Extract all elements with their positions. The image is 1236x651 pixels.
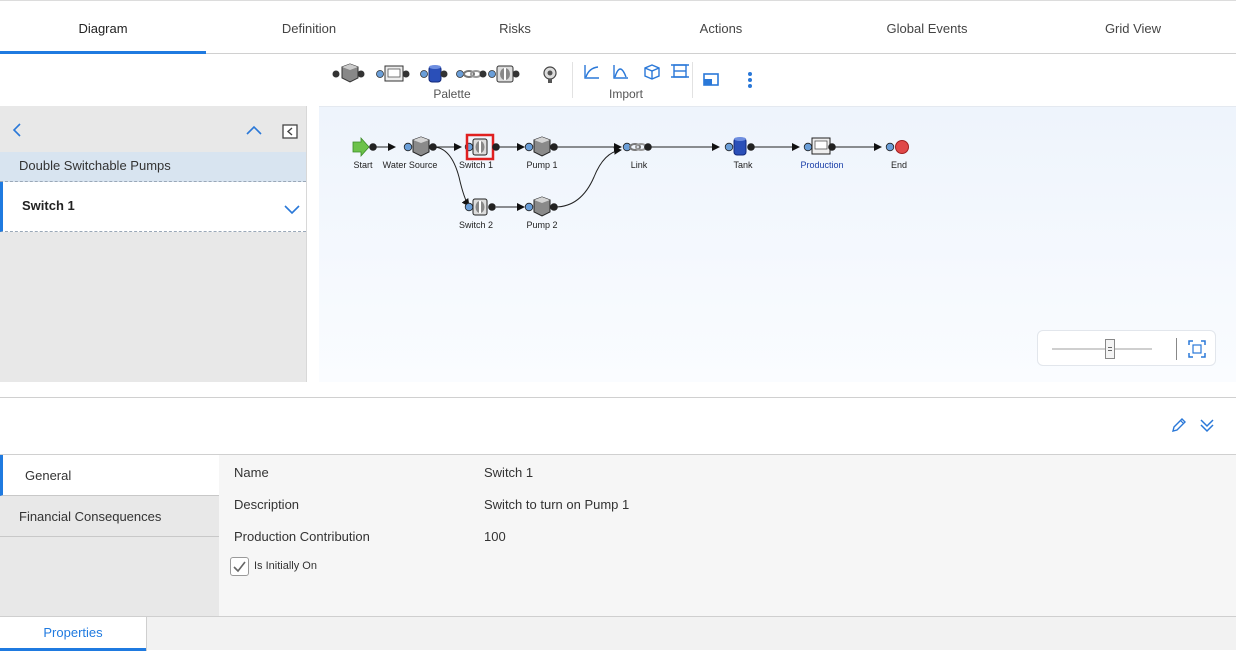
properties-tab-list: General Financial Consequences <box>0 455 219 616</box>
toolbar: Palette Import <box>0 54 1236 106</box>
zoom-slider-track[interactable] <box>1052 348 1152 350</box>
zoom-control <box>1037 330 1216 366</box>
palette-label: Palette <box>433 87 471 101</box>
node-production[interactable] <box>803 137 836 155</box>
node-label-switch-1: Switch 1 <box>458 160 494 170</box>
collapse-chevron-up-icon[interactable] <box>245 124 263 136</box>
zoom-slider-handle[interactable] <box>1105 339 1115 359</box>
diagram-canvas[interactable]: Start Water Source Switch 1 Pump 1 Link … <box>319 106 1236 382</box>
tab-diagram[interactable]: Diagram <box>0 1 206 54</box>
import-cube-icon[interactable] <box>644 64 660 80</box>
top-tab-bar: Diagram Definition Risks Actions Global … <box>0 0 1236 54</box>
tree-item-double-switchable-pumps[interactable]: Double Switchable Pumps <box>0 152 306 182</box>
import-group: Import <box>578 54 690 106</box>
palette-gauge-icon[interactable] <box>543 66 557 83</box>
node-label-tank: Tank <box>733 160 753 170</box>
diagram-connectors <box>373 143 882 211</box>
node-label-start: Start <box>353 160 373 170</box>
tab-global-events[interactable]: Global Events <box>824 1 1030 53</box>
toolbar-separator <box>692 62 693 98</box>
minimap-toggle-icon[interactable] <box>703 72 721 88</box>
description-value[interactable]: Switch to turn on Pump 1 <box>484 497 629 512</box>
zoom-divider <box>1176 338 1177 360</box>
tab-actions[interactable]: Actions <box>618 1 824 53</box>
properties-form: Name Switch 1 Description Switch to turn… <box>219 455 1236 616</box>
node-label-end: End <box>890 160 908 170</box>
node-link[interactable] <box>622 142 652 152</box>
node-switch-2[interactable] <box>464 198 496 216</box>
properties-header <box>0 397 1236 455</box>
tab-general[interactable]: General <box>0 455 219 496</box>
palette-production-icon[interactable] <box>376 65 410 82</box>
is-initially-on-label: Is Initially On <box>254 560 317 572</box>
node-label-pump-1: Pump 1 <box>526 160 558 170</box>
palette-link-icon[interactable] <box>456 70 487 78</box>
import-icons <box>584 64 689 80</box>
node-label-water-source: Water Source <box>382 160 438 170</box>
node-start[interactable] <box>352 136 377 158</box>
import-distribution-icon[interactable] <box>613 65 628 79</box>
bottom-tab-bar: Properties <box>0 616 1236 651</box>
tab-financial-consequences[interactable]: Financial Consequences <box>0 496 219 537</box>
node-pump-1[interactable] <box>524 136 558 157</box>
node-label-pump-2: Pump 2 <box>526 220 558 230</box>
tree-item-switch-1[interactable]: Switch 1 <box>0 182 306 232</box>
is-initially-on-checkbox[interactable] <box>230 557 249 576</box>
hierarchy-panel: Double Switchable Pumps Switch 1 <box>0 106 307 382</box>
node-label-production: Production <box>800 160 844 170</box>
node-water-source[interactable] <box>403 136 437 157</box>
import-diagram-icon[interactable] <box>671 64 689 78</box>
palette-group: Palette <box>330 54 574 106</box>
palette-switch-icon[interactable] <box>488 65 520 83</box>
checkmark-icon <box>233 561 246 573</box>
toolbar-separator <box>572 62 573 98</box>
hierarchy-header <box>0 106 306 152</box>
tab-grid-view[interactable]: Grid View <box>1030 1 1236 53</box>
more-options-icon[interactable] <box>746 71 754 89</box>
palette-tank-icon[interactable] <box>420 65 448 83</box>
import-label: Import <box>608 87 643 101</box>
node-pump-2[interactable] <box>524 196 558 217</box>
tab-properties[interactable]: Properties <box>0 616 147 651</box>
node-end[interactable] <box>885 140 909 154</box>
back-chevron-icon[interactable] <box>11 122 23 138</box>
node-switch-1[interactable] <box>464 133 500 161</box>
import-curve-icon[interactable] <box>584 65 599 79</box>
description-label: Description <box>234 497 300 512</box>
palette-icons <box>332 63 557 83</box>
collapse-double-chevron-down-icon[interactable] <box>1199 417 1215 433</box>
tree-item-label: Switch 1 <box>22 198 75 213</box>
edit-pencil-icon[interactable] <box>1171 417 1187 433</box>
tab-risks[interactable]: Risks <box>412 1 618 53</box>
production-contribution-label: Production Contribution <box>234 529 370 544</box>
node-label-switch-2: Switch 2 <box>458 220 494 230</box>
production-contribution-value[interactable]: 100 <box>484 529 506 544</box>
node-label-link: Link <box>630 160 648 170</box>
name-label: Name <box>234 465 269 480</box>
name-value[interactable]: Switch 1 <box>484 465 533 480</box>
collapse-panel-icon[interactable] <box>282 124 298 139</box>
expand-chevron-down-icon[interactable] <box>283 203 301 215</box>
tab-definition[interactable]: Definition <box>206 1 412 53</box>
node-tank[interactable] <box>724 137 755 156</box>
fit-to-screen-icon[interactable] <box>1188 340 1206 358</box>
palette-pump-icon[interactable] <box>332 63 365 83</box>
